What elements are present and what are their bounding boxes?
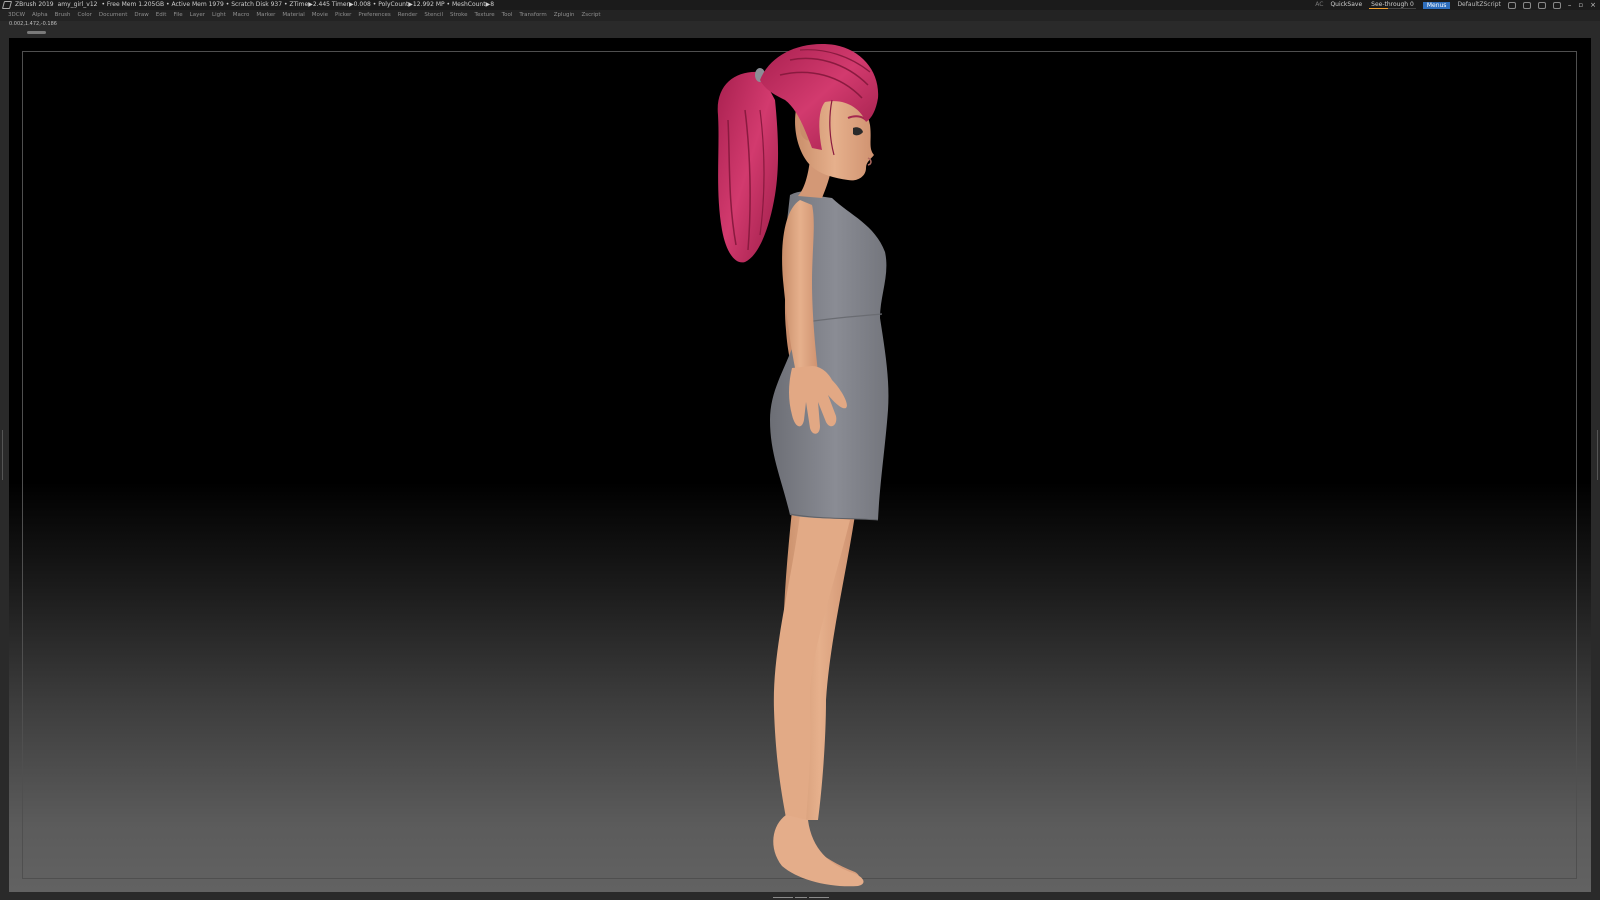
ponytail	[717, 71, 779, 263]
lips	[867, 157, 872, 166]
front-foot	[773, 815, 864, 887]
character-model[interactable]	[0, 0, 1600, 900]
bottom-tray-handle[interactable]	[773, 896, 829, 899]
